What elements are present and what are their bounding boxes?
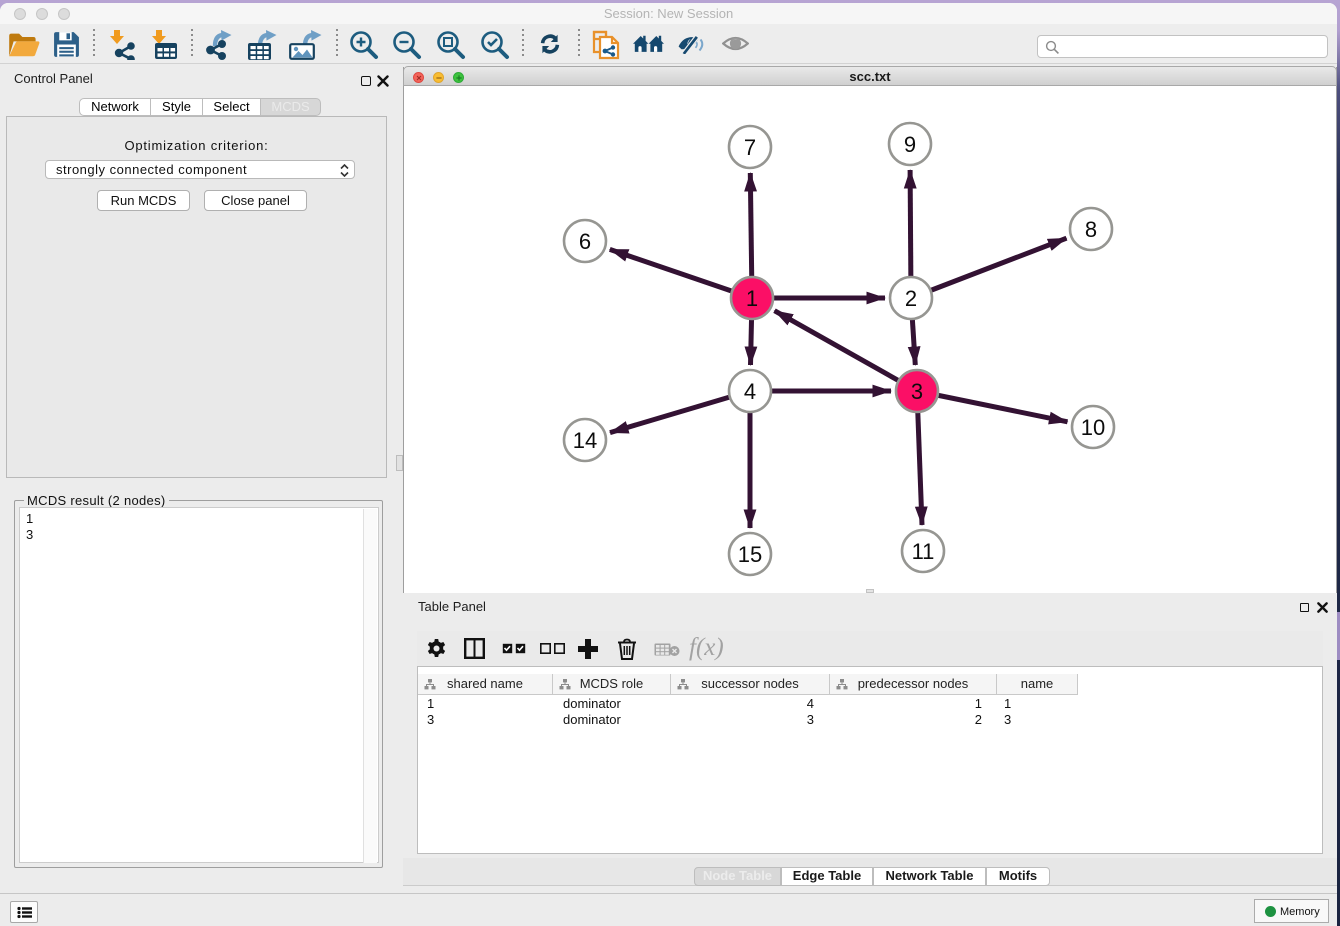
- svg-text:15: 15: [738, 542, 762, 567]
- svg-text:11: 11: [912, 539, 935, 564]
- svg-text:3: 3: [911, 379, 923, 404]
- svg-text:8: 8: [1085, 217, 1097, 242]
- svg-text:7: 7: [744, 135, 756, 160]
- svg-text:4: 4: [744, 379, 756, 404]
- svg-text:1: 1: [746, 286, 758, 311]
- svg-text:2: 2: [905, 286, 917, 311]
- svg-text:9: 9: [904, 132, 916, 157]
- svg-text:6: 6: [579, 229, 591, 254]
- svg-text:14: 14: [573, 428, 597, 453]
- svg-text:10: 10: [1081, 415, 1105, 440]
